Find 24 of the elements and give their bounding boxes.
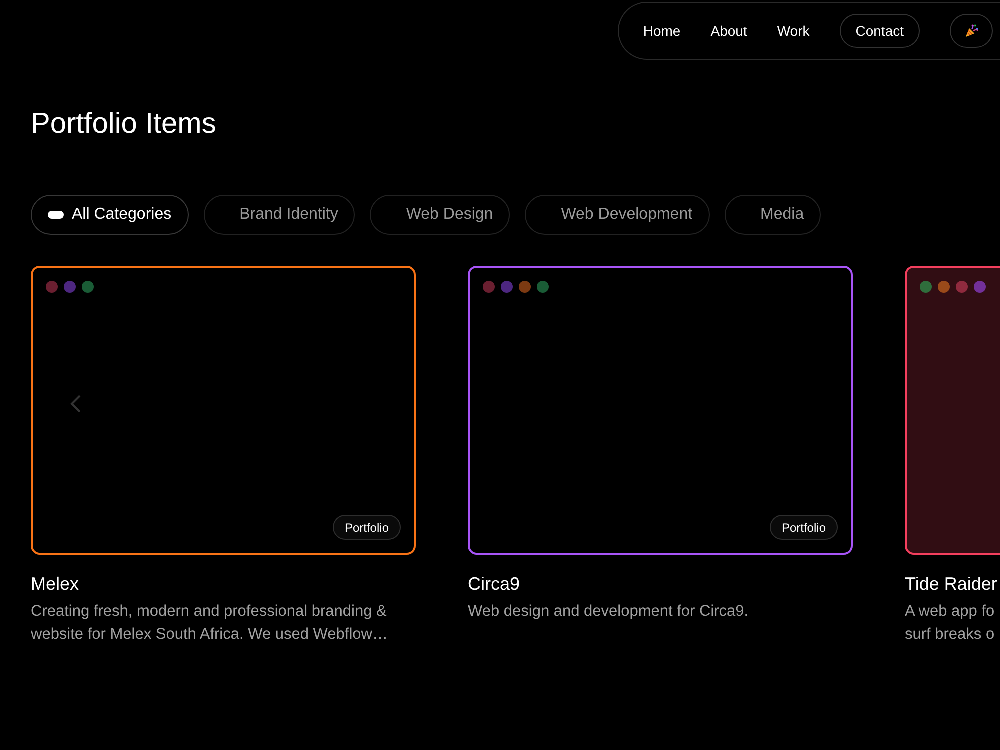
category-tag: Portfolio	[770, 515, 838, 540]
category-filter[interactable]: Brand Identity	[204, 195, 356, 235]
page-title: Portfolio Items	[31, 107, 216, 142]
nav-link[interactable]: Home	[643, 23, 681, 39]
project-title: Circa9	[468, 573, 522, 595]
category-tag: Portfolio	[332, 515, 401, 540]
category-filter[interactable]: Media	[724, 195, 822, 235]
party-button[interactable]	[950, 14, 993, 48]
project-preview[interactable]: Portfolio	[468, 266, 853, 555]
category-filter[interactable]: Web Development	[525, 195, 710, 235]
category-filter[interactable]: All Categories	[31, 195, 189, 235]
nav-link[interactable]: Work	[777, 23, 810, 39]
pill-icon	[48, 211, 64, 219]
project-description: Creating fresh, modern and professional branding & website for Melex South Africa. We used Webflow…	[31, 602, 389, 645]
project-title: Tide Raider	[905, 573, 998, 595]
project-preview[interactable]	[905, 266, 1000, 555]
nav-link[interactable]: About	[710, 23, 748, 39]
project-title: Melex	[31, 573, 80, 595]
project-description: A web app fo surf breaks o	[905, 602, 996, 645]
category-filter[interactable]: Web Design	[370, 195, 510, 235]
contact-button[interactable]: Contact	[840, 14, 920, 48]
project-description: Web design and development for Circa9.	[468, 602, 750, 622]
party-popper-icon	[964, 24, 978, 38]
project-preview[interactable]: Portfolio	[31, 266, 416, 555]
